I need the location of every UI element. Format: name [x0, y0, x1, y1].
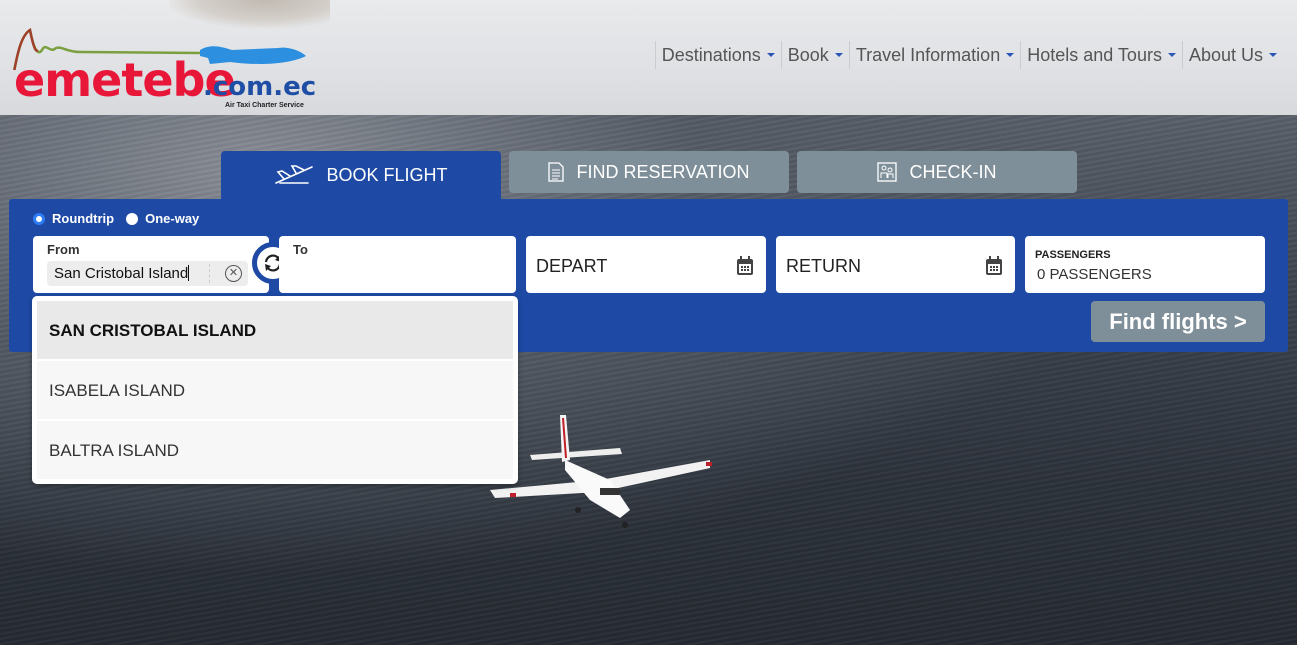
tab-label: CHECK-IN: [909, 161, 997, 182]
to-label: To: [293, 242, 308, 257]
nav-label: Hotels and Tours: [1027, 44, 1162, 65]
caret-down-icon: [1167, 53, 1176, 57]
dropdown-option[interactable]: SAN CRISTOBAL ISLAND: [37, 301, 513, 359]
to-field[interactable]: To: [279, 236, 516, 293]
return-date-field[interactable]: RETURN: [776, 236, 1015, 293]
booking-tabs: BOOK FLIGHT FIND RESERVATION CHECK-IN: [221, 151, 1085, 199]
from-suggestions-dropdown: SAN CRISTOBAL ISLAND ISABELA ISLAND BALT…: [32, 296, 518, 484]
tab-label: FIND RESERVATION: [576, 161, 750, 182]
dropdown-option[interactable]: BALTRA ISLAND: [37, 421, 513, 479]
caret-down-icon: [766, 53, 775, 57]
tab-check-in[interactable]: CHECK-IN: [797, 151, 1077, 193]
input-separator: [209, 264, 210, 283]
caret-down-icon: [1269, 53, 1277, 57]
tab-label: BOOK FLIGHT: [326, 164, 448, 185]
from-field[interactable]: From San Cristobal Island ✕: [33, 236, 269, 293]
nav-destinations[interactable]: Destinations: [654, 41, 781, 69]
calendar-icon[interactable]: [736, 256, 754, 281]
logo-tagline: Air Taxi Charter Service: [225, 102, 304, 109]
nav-label: Travel Information: [855, 44, 1001, 65]
main-nav: Destinations Book Travel Information Hot…: [654, 40, 1283, 70]
return-placeholder: RETURN: [786, 256, 861, 276]
nav-book[interactable]: Book: [780, 41, 849, 69]
nav-label: Destinations: [661, 44, 761, 65]
nav-label: About Us: [1188, 44, 1263, 65]
calendar-icon[interactable]: [985, 256, 1003, 281]
nav-label: Book: [787, 44, 829, 65]
dropdown-option[interactable]: ISABELA ISLAND: [37, 361, 513, 419]
passengers-value: 0 PASSENGERS: [1037, 266, 1152, 283]
logo-name: emetebe: [14, 53, 236, 107]
nav-travel-information[interactable]: Travel Information: [848, 41, 1020, 69]
tab-find-reservation[interactable]: FIND RESERVATION: [509, 151, 789, 193]
nav-hotels-and-tours[interactable]: Hotels and Tours: [1020, 41, 1182, 69]
passengers-icon: [877, 162, 898, 182]
nav-about-us[interactable]: About Us: [1181, 41, 1283, 69]
depart-placeholder: DEPART: [536, 256, 608, 276]
passengers-field[interactable]: PASSENGERS 0 PASSENGERS: [1025, 236, 1265, 293]
roundtrip-label[interactable]: Roundtrip: [52, 211, 114, 226]
find-flights-button[interactable]: Find flights >: [1091, 301, 1265, 342]
from-input[interactable]: San Cristobal Island ✕: [47, 261, 248, 286]
roundtrip-radio[interactable]: [33, 212, 45, 225]
site-header: emetebe .com.ec Air Taxi Charter Service…: [0, 0, 1297, 115]
text-cursor: [188, 265, 190, 281]
passengers-label: PASSENGERS: [1035, 249, 1111, 261]
document-icon: [548, 162, 565, 182]
depart-date-field[interactable]: DEPART: [526, 236, 766, 293]
from-input-value: San Cristobal Island: [54, 265, 189, 282]
caret-down-icon: [1006, 53, 1015, 57]
one-way-radio[interactable]: [126, 212, 139, 225]
caret-down-icon: [834, 53, 843, 57]
clear-icon[interactable]: ✕: [225, 265, 242, 282]
logo[interactable]: emetebe .com.ec Air Taxi Charter Service: [10, 20, 316, 115]
from-label: From: [47, 242, 80, 257]
trip-type-selector: Roundtrip One-way: [33, 211, 211, 226]
one-way-label[interactable]: One-way: [145, 211, 199, 226]
airplane-icon: [274, 164, 314, 186]
tab-book-flight[interactable]: BOOK FLIGHT: [221, 151, 501, 199]
logo-domain: .com.ec: [203, 72, 317, 102]
